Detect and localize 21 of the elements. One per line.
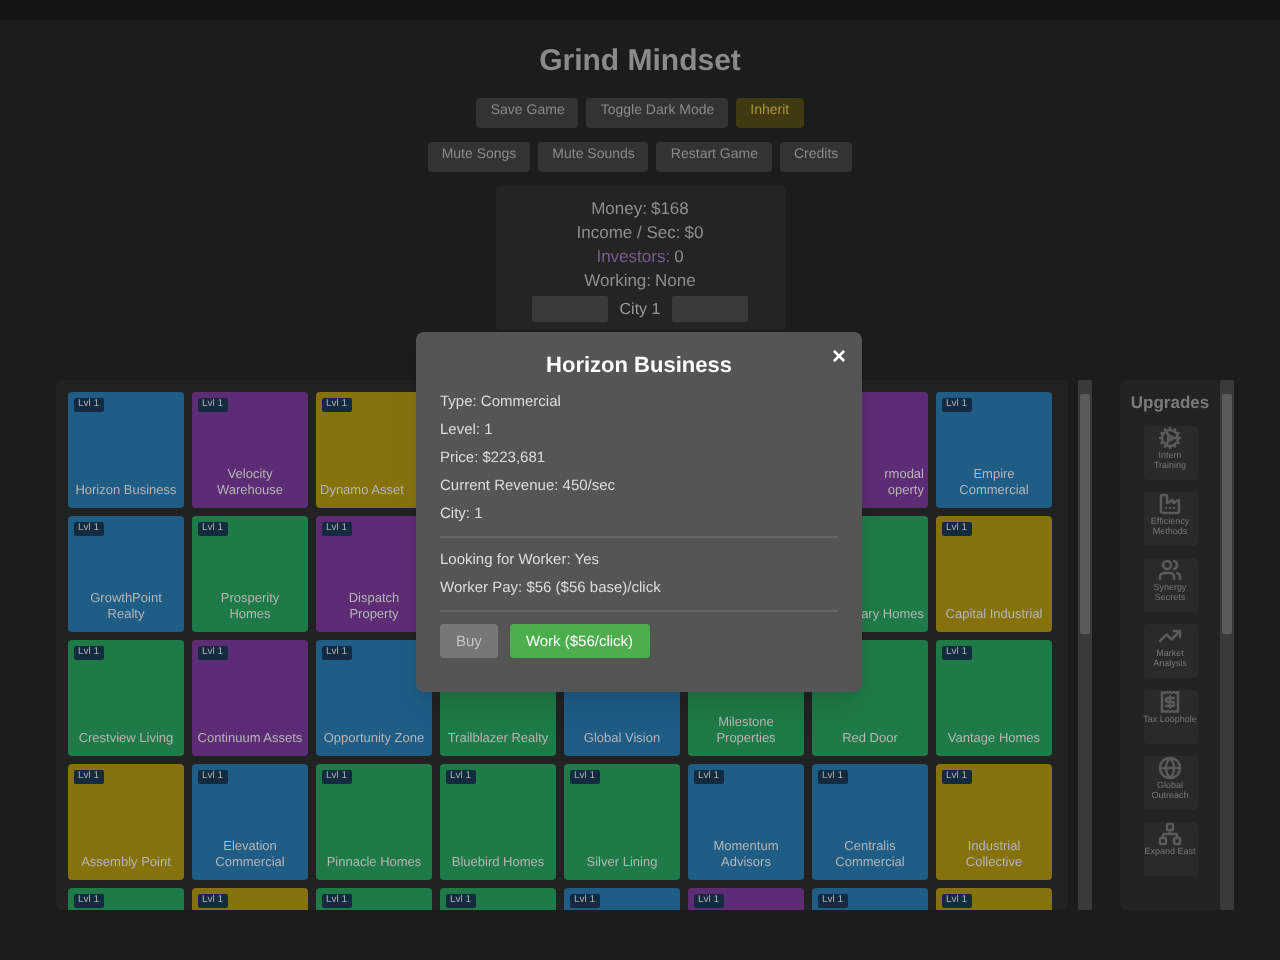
- city-label: City 1: [619, 297, 661, 321]
- stat-value: $0: [684, 220, 704, 244]
- upgrades-title: Upgrades: [1130, 390, 1210, 416]
- globe-icon: [1158, 755, 1182, 780]
- receipt-icon: [1158, 689, 1182, 714]
- gear-icon: [1158, 425, 1182, 450]
- factory-icon: [1158, 491, 1182, 516]
- stat-label: Investors:: [596, 244, 671, 268]
- network-icon: [1158, 821, 1182, 846]
- dialog-title: Horizon Business: [544, 352, 734, 380]
- stat-value: 0: [674, 244, 684, 268]
- stat-label: Working:: [584, 268, 652, 292]
- people-icon: [1158, 557, 1182, 582]
- close-button[interactable]: ×: [831, 342, 846, 370]
- stat-value: None: [655, 268, 696, 292]
- stat-label: Money:: [591, 196, 647, 220]
- scrollbar[interactable]: [1220, 380, 1234, 910]
- scrollbar[interactable]: [1078, 380, 1092, 910]
- stat-label: Income / Sec:: [576, 220, 681, 244]
- page-title: Grind Mindset: [539, 44, 741, 80]
- stat-value: $168: [650, 196, 689, 220]
